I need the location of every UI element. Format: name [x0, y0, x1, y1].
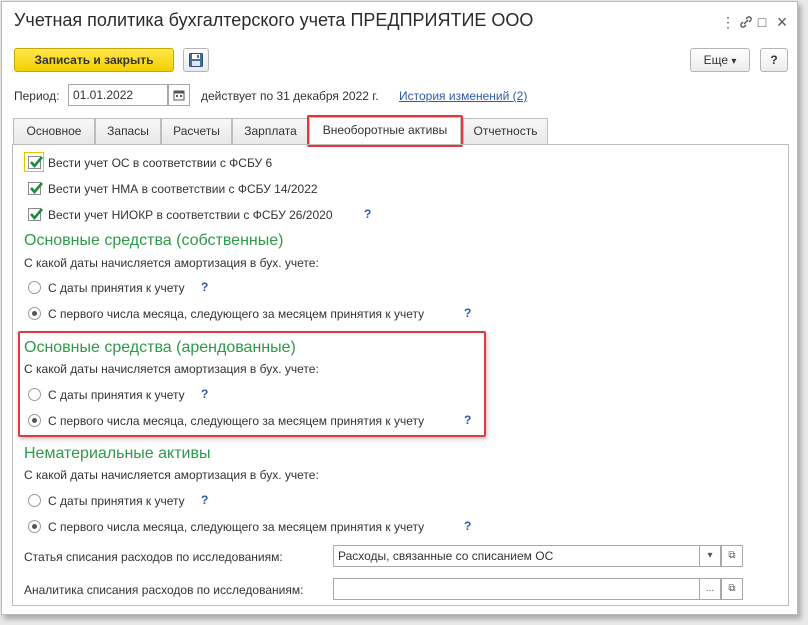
radio-label: С первого числа месяца, следующего за ме…	[48, 520, 425, 534]
checkbox-fsbu14-label: Вести учет НМА в соответствии с ФСБУ 14/…	[48, 182, 318, 196]
radio-own-next-month[interactable]	[28, 307, 41, 320]
calendar-icon[interactable]	[168, 84, 190, 106]
checkmark-icon	[30, 208, 43, 221]
radio-own-from-date[interactable]	[28, 281, 41, 294]
radio-label: С даты принятия к учету	[48, 388, 185, 402]
radio-leased-from-date[interactable]	[28, 388, 41, 401]
radio-label: С первого числа месяца, следующего за ме…	[48, 414, 425, 428]
open-item-icon[interactable]: ⧉	[721, 578, 743, 600]
radio-intangible-next-month[interactable]	[28, 520, 41, 533]
section-question: С какой даты начисляется амортизация в б…	[24, 256, 319, 270]
section-title-own-assets: Основные средства (собственные)	[24, 232, 284, 249]
help-icon[interactable]: ?	[201, 493, 208, 507]
section-title-leased-assets: Основные средства (арендованные)	[24, 339, 296, 356]
help-button[interactable]: ?	[760, 48, 788, 72]
checkbox-fsbu6[interactable]	[28, 156, 43, 169]
analytics-input[interactable]	[333, 578, 701, 600]
chevron-down-icon: ▾	[731, 56, 737, 67]
help-icon[interactable]: ?	[201, 280, 208, 294]
help-icon[interactable]: ?	[464, 519, 471, 533]
tab-raschety[interactable]: Расчеты	[161, 118, 232, 144]
section-question: С какой даты начисляется амортизация в б…	[24, 362, 319, 376]
checkbox-fsbu26-label: Вести учет НИОКР в соответствии с ФСБУ 2…	[48, 208, 333, 222]
period-valid-text: действует по 31 декабря 2022 г.	[201, 89, 379, 103]
period-input[interactable]: 01.01.2022	[68, 84, 168, 106]
window-title: Учетная политика бухгалтерского учета ПР…	[14, 10, 534, 30]
help-icon[interactable]: ?	[464, 413, 471, 427]
expense-item-input[interactable]: Расходы, связанные со списанием ОС	[333, 545, 701, 567]
radio-intangible-from-date[interactable]	[28, 494, 41, 507]
tab-otchetnost[interactable]: Отчетность	[463, 118, 548, 144]
policy-window: Учетная политика бухгалтерского учета ПР…	[1, 1, 798, 615]
radio-leased-next-month[interactable]	[28, 414, 41, 427]
tab-highlight-frame	[307, 115, 463, 147]
tab-zapasy[interactable]: Запасы	[95, 118, 161, 144]
checkbox-fsbu6-label: Вести учет ОС в соответствии с ФСБУ 6	[48, 156, 273, 170]
tab-osnovnoe[interactable]: Основное	[13, 118, 95, 144]
help-icon[interactable]: ?	[201, 387, 208, 401]
choose-button[interactable]: ...	[699, 578, 721, 600]
more-options-icon[interactable]: ⋮	[718, 12, 738, 32]
save-and-close-button[interactable]: Записать и закрыть	[14, 48, 174, 72]
tab-zarplata[interactable]: Зарплата	[232, 118, 309, 144]
radio-label: С первого числа месяца, следующего за ме…	[48, 307, 425, 321]
history-link[interactable]: История изменений (2)	[399, 89, 527, 103]
more-button-label: Еще	[703, 53, 729, 67]
more-button[interactable]: Еще ▾	[690, 48, 750, 72]
section-question: С какой даты начисляется амортизация в б…	[24, 468, 319, 482]
section-title-intangible-assets: Нематериальные активы	[24, 445, 211, 462]
maximize-icon[interactable]: □	[752, 12, 772, 32]
checkmark-icon	[30, 156, 43, 169]
expense-item-label: Статья списания расходов по исследования…	[24, 550, 283, 564]
dropdown-arrow-icon[interactable]: ▾	[699, 545, 721, 567]
open-item-icon[interactable]: ⧉	[721, 545, 743, 567]
checkbox-fsbu14[interactable]	[28, 182, 43, 195]
save-button[interactable]	[183, 48, 209, 72]
checkbox-fsbu26[interactable]	[28, 208, 43, 221]
radio-label: С даты принятия к учету	[48, 281, 185, 295]
checkmark-icon	[30, 182, 43, 195]
radio-label: С даты принятия к учету	[48, 494, 185, 508]
floppy-disk-icon	[189, 53, 203, 67]
analytics-label: Аналитика списания расходов по исследова…	[24, 583, 304, 597]
close-icon[interactable]: ×	[772, 12, 792, 32]
help-icon[interactable]: ?	[464, 306, 471, 320]
help-icon[interactable]: ?	[364, 207, 371, 221]
period-label: Период:	[14, 89, 60, 103]
